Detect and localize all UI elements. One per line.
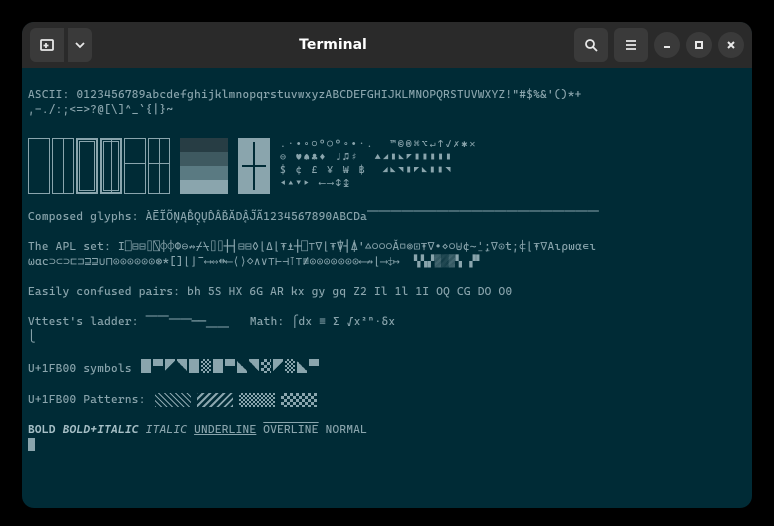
ascii-line2: ,-./:;<=>?@[\]^_`{|}~ — [28, 103, 173, 116]
terminal-window: Terminal ASCII: 0123456789abcdefghijklmn… — [22, 22, 752, 508]
style-bold: BOLD — [28, 423, 56, 436]
terminal-content[interactable]: ASCII: 0123456789abcdefghijklmnopqrstuvw… — [22, 68, 752, 471]
u1fb-patterns-row: U+1FB00 Patterns: — [28, 392, 746, 407]
ascii-line1: 0123456789abcdefghijklmnopqrstuvwxyzABCD… — [76, 88, 581, 101]
style-overline: OVERLINE — [263, 423, 318, 436]
new-tab-dropdown[interactable] — [68, 28, 92, 62]
box-drawing-row: .·•◦○°◯°◦•·. ™©®⌘⌥↵↑✓✗✱✕ ⊖ ♥♠♣♦ ♩♫♯ ▲◢▮◣… — [28, 138, 746, 194]
titlebar: Terminal — [22, 22, 752, 68]
titlebar-left — [30, 28, 92, 62]
minimize-button[interactable] — [654, 32, 680, 58]
minimize-icon — [662, 40, 672, 50]
vttest-ladder: ⎺⎺⎻⎻──⎽⎽ — [146, 315, 229, 328]
style-bold-italic: BOLD+ITALIC — [63, 423, 139, 436]
composed-glyphs: ÀĒĨÕŅĄB̊Q̣ŲD̂ÂB̌ĂD̨ÂJ̃Ã1234567890ABCDa⎺⎺… — [146, 210, 599, 223]
u1fb-symbols — [141, 359, 321, 377]
symbol-grid: .·•◦○°◯°◦•·. ™©®⌘⌥↵↑✓✗✱✕ ⊖ ♥♠♣♦ ♩♫♯ ▲◢▮◣… — [280, 138, 477, 190]
window-title: Terminal — [98, 37, 568, 53]
maximize-icon — [694, 40, 704, 50]
maximize-button[interactable] — [686, 32, 712, 58]
u1fb-patterns — [155, 392, 323, 407]
style-italic: ITALIC — [146, 423, 188, 436]
u1fb-symbols-row: U+1FB00 symbols — [28, 359, 746, 377]
u1fb-pat-label: U+1FB00 Patterns: — [28, 392, 153, 407]
chevron-down-icon — [72, 37, 88, 53]
vttest-label: Vttest's ladder: — [28, 315, 146, 328]
apl-line2: ⍵αс⊃⊂⊃⊏⊐⊒⊒∪⊓⊙⊙⊙⊙⊙⊙⊛*[]⌊⌋¯⟷⇔↔⟵⟨⟩◇∧∨⊤⊢⊣⊺⊤≢… — [28, 255, 490, 268]
composed-label: Composed glyphs: — [28, 210, 146, 223]
apl-line1: I⎕⊟⊟⌷⍂⌽⌽Φ⊖↛⌿⍀⌷⌷┼┤⊟⊟◊⌊∆⌊⍕⍎┼⎕⊤∇⌊⍕⍒┤⍋'△○○○Ǎ… — [118, 240, 596, 253]
confused-pairs: bh 5S HX 6G AR kx gy gq Z2 Il 1l 1I OQ C… — [187, 285, 512, 298]
ascii-label: ASCII: — [28, 88, 76, 101]
math-label: Math: — [229, 315, 291, 328]
search-button[interactable] — [574, 28, 608, 62]
close-button[interactable] — [718, 32, 744, 58]
gradient-block — [180, 138, 228, 194]
window-glyph — [238, 138, 270, 194]
new-tab-button[interactable] — [30, 28, 64, 62]
confused-label: Easily confused pairs: — [28, 285, 187, 298]
cursor — [28, 438, 35, 451]
box-group — [28, 138, 170, 194]
titlebar-right — [574, 28, 744, 62]
search-icon — [583, 37, 599, 53]
hamburger-icon — [623, 37, 639, 53]
u1fb-sym-label: U+1FB00 symbols — [28, 361, 139, 376]
style-normal: NORMAL — [326, 423, 368, 436]
menu-button[interactable] — [614, 28, 648, 62]
close-icon — [726, 40, 736, 50]
new-tab-icon — [39, 37, 55, 53]
style-underline: UNDERLINE — [194, 423, 256, 436]
apl-label: The APL set: — [28, 240, 118, 253]
